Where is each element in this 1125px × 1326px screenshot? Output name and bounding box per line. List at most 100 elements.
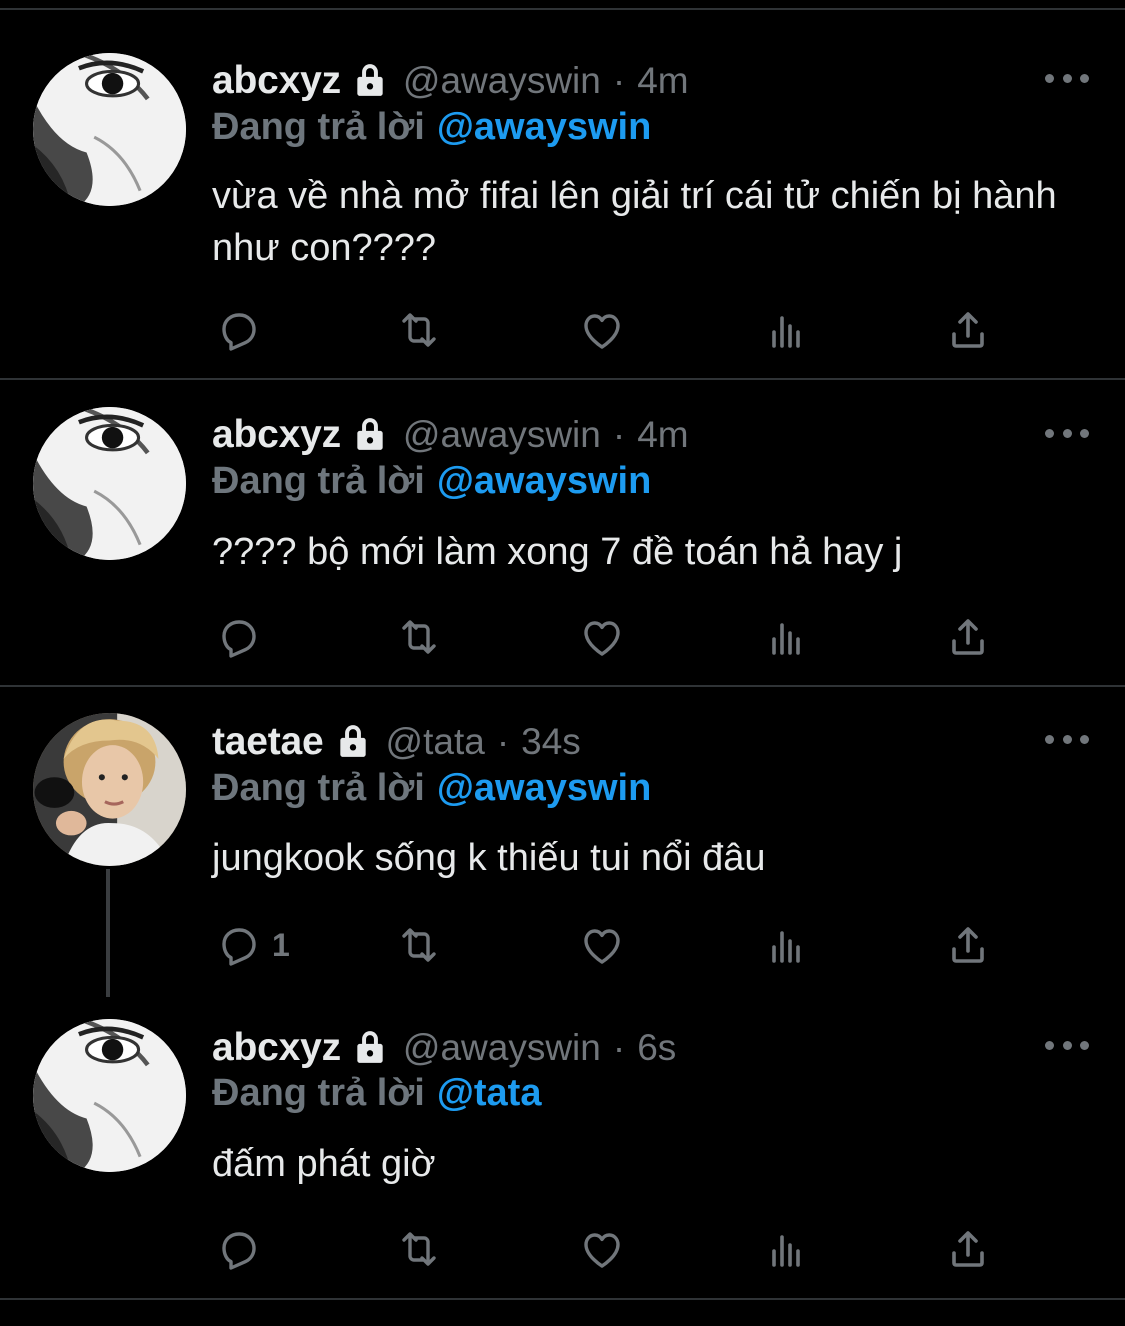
- handle[interactable]: @awayswin: [403, 1027, 601, 1069]
- retweet-icon: [402, 620, 436, 654]
- tweet-header: abcxyz @awayswin · 4m: [212, 56, 689, 106]
- reply-button[interactable]: [214, 305, 272, 355]
- retweet-button[interactable]: [395, 920, 443, 970]
- analytics-button[interactable]: [762, 305, 810, 355]
- heart-icon: [584, 314, 620, 349]
- replying-to: Đang trả lời @awayswin: [212, 106, 651, 156]
- replying-to: Đang trả lời @awayswin: [212, 767, 651, 817]
- timestamp[interactable]: 4m: [637, 60, 688, 102]
- action-bar: [212, 1224, 1012, 1274]
- replying-to-handle[interactable]: @awayswin: [437, 106, 651, 148]
- tweet-header: taetae @tata · 34s: [212, 717, 581, 767]
- tweet-text: ???? bộ mới làm xong 7 đề toán hả hay j: [212, 531, 903, 573]
- handle[interactable]: @awayswin: [403, 414, 601, 456]
- lock-icon: [351, 61, 389, 101]
- reply-icon: [222, 313, 256, 351]
- more-icon[interactable]: [1045, 733, 1089, 745]
- more-icon[interactable]: [1045, 427, 1089, 439]
- avatar-image-bw: [33, 407, 186, 560]
- share-button[interactable]: [944, 612, 992, 662]
- separator-dot: ·: [612, 414, 626, 455]
- bottom-divider: [0, 1298, 1125, 1300]
- timestamp[interactable]: 4m: [637, 414, 688, 456]
- more-icon[interactable]: [1045, 1039, 1089, 1051]
- reply-button[interactable]: 1: [214, 920, 290, 970]
- like-button[interactable]: [578, 920, 626, 970]
- avatar-image-photo: [33, 713, 186, 866]
- tweet-text: đấm phát giờ: [212, 1143, 436, 1185]
- reply-icon: [222, 1232, 256, 1270]
- tweet-text: jungkook sống k thiếu tui nổi đâu: [212, 837, 766, 879]
- analytics-icon: [772, 623, 800, 655]
- tweet-text: vừa về nhà mở fifai lên giải trí cái tử …: [212, 175, 1057, 269]
- reply-icon: [222, 928, 256, 966]
- heart-icon: [584, 1233, 620, 1268]
- avatar[interactable]: [33, 713, 186, 866]
- analytics-icon: [772, 931, 800, 963]
- action-bar: [212, 612, 1012, 662]
- handle[interactable]: @awayswin: [403, 60, 601, 102]
- thread-connector: [106, 869, 110, 997]
- tweet-1[interactable]: abcxyz @awayswin · 4m Đang trả lời @aways…: [0, 0, 1125, 378]
- reply-button[interactable]: [214, 612, 272, 662]
- avatar[interactable]: [33, 407, 186, 560]
- analytics-icon: [772, 316, 800, 348]
- share-icon: [952, 1231, 984, 1267]
- reply-icon: [222, 620, 256, 658]
- retweet-button[interactable]: [395, 1224, 443, 1274]
- avatar-image-bw: [33, 1019, 186, 1172]
- display-name[interactable]: abcxyz: [212, 1026, 341, 1070]
- heart-icon: [584, 929, 620, 964]
- avatar[interactable]: [33, 1019, 186, 1172]
- replying-to-handle[interactable]: @awayswin: [437, 767, 651, 809]
- share-button[interactable]: [944, 920, 992, 970]
- share-button[interactable]: [944, 1224, 992, 1274]
- action-bar: 1: [212, 920, 1012, 970]
- separator-dot: ·: [612, 1027, 626, 1068]
- analytics-button[interactable]: [762, 1224, 810, 1274]
- tweet-3[interactable]: taetae @tata · 34s Đang trả lời @awayswin…: [0, 687, 1125, 997]
- replying-to: Đang trả lời @tata: [212, 1072, 541, 1122]
- analytics-button[interactable]: [762, 612, 810, 662]
- replying-to-handle[interactable]: @awayswin: [437, 460, 651, 502]
- more-icon[interactable]: [1045, 72, 1089, 84]
- tweet-header: abcxyz @awayswin · 6s: [212, 1023, 676, 1073]
- analytics-button[interactable]: [762, 920, 810, 970]
- tweet-header: abcxyz @awayswin · 4m: [212, 410, 689, 460]
- handle[interactable]: @tata: [386, 721, 485, 763]
- like-button[interactable]: [578, 305, 626, 355]
- replying-to-label: Đang trả lời: [212, 1072, 425, 1114]
- share-button[interactable]: [944, 305, 992, 355]
- heart-icon: [584, 621, 620, 656]
- retweet-icon: [402, 1232, 436, 1266]
- tweet-2[interactable]: abcxyz @awayswin · 4m Đang trả lời @aways…: [0, 380, 1125, 685]
- lock-icon: [351, 415, 389, 455]
- share-icon: [952, 927, 984, 963]
- reply-button[interactable]: [214, 1224, 272, 1274]
- lock-icon: [351, 1028, 389, 1068]
- retweet-icon: [402, 928, 436, 962]
- tweet-4[interactable]: abcxyz @awayswin · 6s Đang trả lời @tata …: [0, 992, 1125, 1297]
- timestamp[interactable]: 6s: [637, 1027, 676, 1069]
- action-bar: [212, 305, 1012, 355]
- avatar[interactable]: [33, 53, 186, 206]
- like-button[interactable]: [578, 612, 626, 662]
- retweet-button[interactable]: [395, 305, 443, 355]
- timestamp[interactable]: 34s: [521, 721, 581, 763]
- display-name[interactable]: taetae: [212, 720, 324, 764]
- display-name[interactable]: abcxyz: [212, 59, 341, 103]
- replying-to-label: Đang trả lời: [212, 106, 425, 148]
- separator-dot: ·: [496, 721, 510, 762]
- analytics-icon: [772, 1235, 800, 1267]
- replying-to-label: Đang trả lời: [212, 767, 425, 809]
- replying-to-label: Đang trả lời: [212, 460, 425, 502]
- display-name[interactable]: abcxyz: [212, 413, 341, 457]
- share-icon: [952, 619, 984, 655]
- share-icon: [952, 312, 984, 348]
- replying-to-handle[interactable]: @tata: [437, 1072, 542, 1114]
- like-button[interactable]: [578, 1224, 626, 1274]
- retweet-icon: [402, 313, 436, 347]
- separator-dot: ·: [612, 60, 626, 101]
- reply-count: 1: [272, 926, 290, 963]
- retweet-button[interactable]: [395, 612, 443, 662]
